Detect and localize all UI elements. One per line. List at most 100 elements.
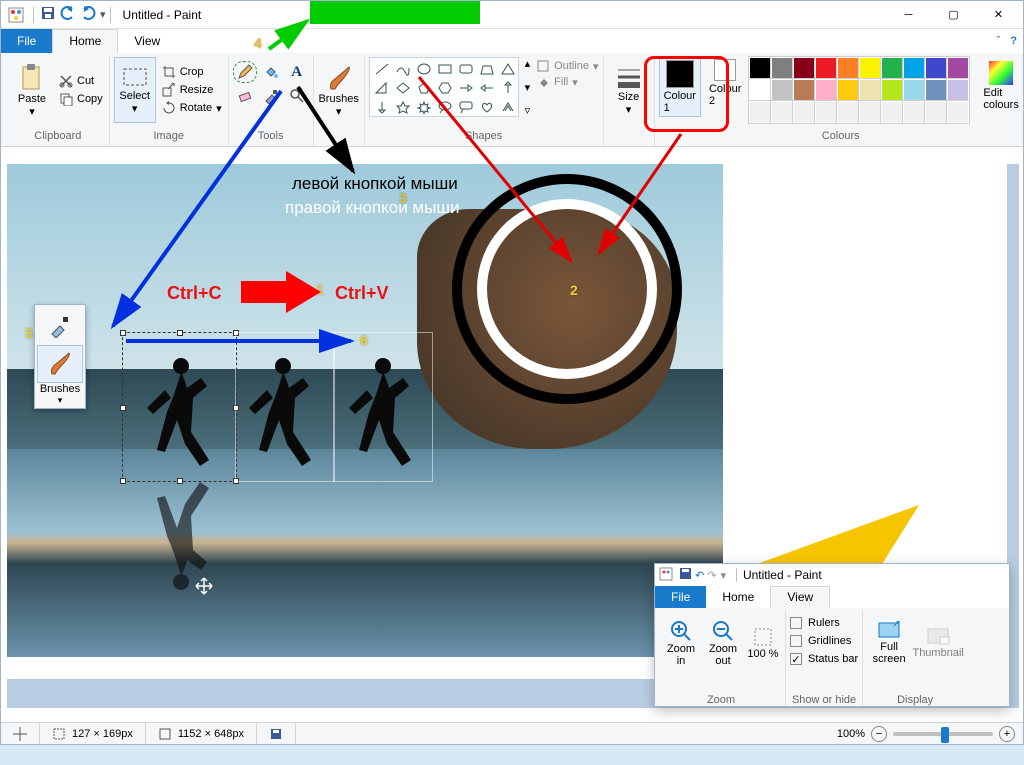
help-icon[interactable]: ? bbox=[1010, 35, 1017, 47]
magnifier-tool[interactable] bbox=[285, 85, 309, 107]
colour-swatch[interactable] bbox=[903, 101, 925, 123]
gallery-down-icon[interactable]: ▾ bbox=[525, 81, 531, 94]
tab-file[interactable]: File bbox=[1, 29, 52, 53]
colour-swatch[interactable] bbox=[925, 57, 947, 79]
colour-swatch[interactable] bbox=[837, 79, 859, 101]
group-image: Select ▾ Crop Resize Rotate ▾ Image bbox=[110, 55, 229, 146]
picker-tool[interactable] bbox=[259, 85, 283, 107]
brush-tool-floating[interactable] bbox=[37, 345, 83, 383]
outline-button[interactable]: Outline ▾ bbox=[536, 59, 598, 73]
brushes-button[interactable]: Brushes ▾ bbox=[318, 57, 360, 123]
colour-swatch[interactable] bbox=[881, 57, 903, 79]
colour-swatch[interactable] bbox=[793, 57, 815, 79]
pencil-tool[interactable] bbox=[233, 61, 257, 83]
annotation-ctrl-v: Ctrl+V bbox=[335, 283, 389, 304]
rotate-button[interactable]: Rotate ▾ bbox=[160, 100, 224, 116]
close-button[interactable]: ✕ bbox=[976, 1, 1021, 29]
floating-brushes-label: Brushes bbox=[40, 383, 80, 395]
colour-swatch[interactable] bbox=[749, 57, 771, 79]
colour1-button[interactable]: Colour 1 bbox=[659, 57, 701, 117]
size-button[interactable]: Size ▾ bbox=[608, 57, 650, 123]
eraser-tool[interactable] bbox=[233, 85, 257, 107]
group-shapes: ▴ ▾ ▿ Outline ▾ Fill ▾ Shapes bbox=[365, 55, 604, 146]
palette-row1[interactable] bbox=[749, 57, 969, 79]
colour-swatch[interactable] bbox=[947, 101, 969, 123]
group-clipboard: Paste ▾ Cut Copy Clipboard bbox=[7, 55, 110, 146]
edit-colours-button[interactable]: Edit colours bbox=[979, 57, 1022, 113]
fill-button[interactable]: Fill ▾ bbox=[536, 75, 598, 89]
minimize-ribbon-icon[interactable]: ˇ bbox=[997, 35, 1001, 47]
colour-swatch[interactable] bbox=[947, 79, 969, 101]
tab-view[interactable]: View bbox=[770, 586, 830, 608]
zoom-100-button[interactable]: 100 % bbox=[745, 610, 781, 676]
palette-row2[interactable] bbox=[749, 79, 969, 101]
colour-swatch[interactable] bbox=[925, 101, 947, 123]
tab-view[interactable]: View bbox=[118, 29, 176, 53]
colour-swatch[interactable] bbox=[881, 101, 903, 123]
annotation-right-click: правой кнопкой мыши bbox=[285, 198, 459, 218]
picker-tool-floating[interactable] bbox=[37, 307, 83, 345]
colour-swatch[interactable] bbox=[749, 79, 771, 101]
undo-icon[interactable] bbox=[60, 5, 76, 24]
paste-label: Paste bbox=[18, 93, 46, 105]
tab-file[interactable]: File bbox=[655, 586, 706, 608]
status-cursor bbox=[1, 723, 40, 744]
colour-swatch[interactable] bbox=[793, 79, 815, 101]
zoom-out-button[interactable]: Zoom out bbox=[703, 610, 743, 676]
paste-button[interactable]: Paste ▾ bbox=[11, 57, 53, 123]
gridlines-checkbox[interactable]: Gridlines bbox=[790, 634, 858, 648]
colour-swatch[interactable] bbox=[881, 79, 903, 101]
colour-swatch[interactable] bbox=[903, 57, 925, 79]
fill-tool[interactable] bbox=[259, 61, 283, 83]
colour-swatch[interactable] bbox=[925, 79, 947, 101]
full-screen-button[interactable]: Full screen bbox=[867, 610, 911, 676]
palette-row3[interactable] bbox=[749, 101, 969, 123]
colour-swatch[interactable] bbox=[771, 79, 793, 101]
group-colours-title: Colours bbox=[659, 128, 1023, 144]
colour-swatch[interactable] bbox=[771, 57, 793, 79]
cut-button[interactable]: Cut bbox=[57, 73, 105, 89]
colour-swatch[interactable] bbox=[837, 57, 859, 79]
colour-swatch[interactable] bbox=[815, 101, 837, 123]
statusbar-checkbox[interactable]: ✓Status bar bbox=[790, 652, 858, 666]
select-button[interactable]: Select ▾ bbox=[114, 57, 156, 123]
zoom-out-button[interactable]: − bbox=[871, 726, 887, 742]
redo-icon[interactable]: ↷ bbox=[707, 569, 716, 582]
paint-app-icon bbox=[7, 6, 25, 24]
colour-swatch[interactable] bbox=[815, 79, 837, 101]
zoom-in-button[interactable]: + bbox=[999, 726, 1015, 742]
colour-swatch[interactable] bbox=[837, 101, 859, 123]
rulers-checkbox[interactable]: Rulers bbox=[790, 616, 858, 630]
maximize-button[interactable]: ▢ bbox=[931, 1, 976, 29]
tab-home[interactable]: Home bbox=[52, 29, 118, 53]
colour-swatch[interactable] bbox=[903, 79, 925, 101]
group-clipboard-title: Clipboard bbox=[11, 128, 105, 144]
colour-swatch[interactable] bbox=[859, 79, 881, 101]
qat-customize-icon[interactable]: ▾ bbox=[100, 8, 106, 21]
save-icon[interactable] bbox=[679, 567, 692, 583]
save-icon[interactable] bbox=[40, 5, 56, 24]
redo-icon[interactable] bbox=[80, 5, 96, 24]
zoom-in-button[interactable]: Zoom in bbox=[661, 610, 701, 676]
crop-button[interactable]: Crop bbox=[160, 64, 224, 80]
tab-home[interactable]: Home bbox=[706, 586, 770, 608]
zoom-slider[interactable] bbox=[893, 732, 993, 736]
colour2-button[interactable]: Colour 2 bbox=[705, 57, 745, 109]
colour-swatch[interactable] bbox=[815, 57, 837, 79]
copy-button[interactable]: Copy bbox=[57, 91, 105, 107]
colour-swatch[interactable] bbox=[859, 101, 881, 123]
gallery-more-icon[interactable]: ▿ bbox=[525, 104, 531, 117]
gallery-up-icon[interactable]: ▴ bbox=[525, 57, 531, 70]
colour-swatch[interactable] bbox=[771, 101, 793, 123]
colour-swatch[interactable] bbox=[749, 101, 771, 123]
shapes-gallery[interactable] bbox=[369, 57, 519, 117]
selection-marquee[interactable] bbox=[122, 332, 237, 482]
minimize-button[interactable]: ─ bbox=[886, 1, 931, 29]
resize-button[interactable]: Resize bbox=[160, 82, 224, 98]
colour-swatch[interactable] bbox=[859, 57, 881, 79]
colour-swatch[interactable] bbox=[947, 57, 969, 79]
text-tool[interactable]: A bbox=[285, 61, 309, 83]
undo-icon[interactable]: ↶ bbox=[695, 569, 704, 582]
colour-swatch[interactable] bbox=[793, 101, 815, 123]
floating-tool-panel[interactable]: Brushes ▾ bbox=[34, 304, 86, 409]
